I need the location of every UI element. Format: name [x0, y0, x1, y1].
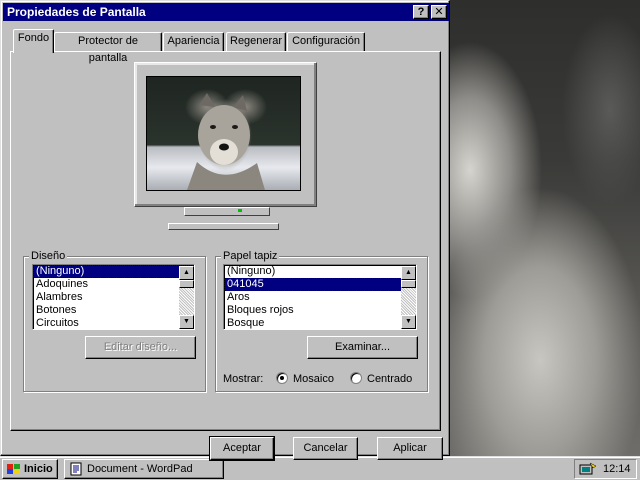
list-item[interactable]: 041045	[224, 278, 416, 291]
list-item[interactable]: Aros	[224, 291, 416, 304]
cancel-button[interactable]: Cancelar	[293, 437, 358, 460]
start-button[interactable]: Inicio	[2, 459, 58, 479]
design-listbox[interactable]: (Ninguno) Adoquines Alambres Botones Cir…	[32, 264, 195, 330]
show-label: Mostrar:	[223, 373, 264, 385]
tile-radio[interactable]	[276, 372, 288, 384]
taskbar-item-wordpad[interactable]: Document - WordPad	[64, 459, 224, 479]
scroll-down-icon[interactable]: ▼	[179, 315, 194, 329]
list-item[interactable]: Bloques rojos	[224, 304, 416, 317]
browse-button[interactable]: Examinar...	[307, 336, 418, 359]
task-label: Document - WordPad	[87, 463, 193, 475]
scroll-down-icon[interactable]: ▼	[401, 315, 416, 329]
center-label[interactable]: Centrado	[367, 373, 412, 386]
title-bar: Propiedades de Pantalla ? ✕	[3, 3, 449, 21]
power-led	[238, 209, 242, 212]
list-item[interactable]: Bosque	[224, 317, 416, 329]
list-item[interactable]: Alambres	[33, 291, 194, 304]
edit-design-button[interactable]: Editar diseño...	[85, 336, 196, 359]
design-legend: Diseño	[29, 250, 68, 262]
display-properties-dialog: Propiedades de Pantalla ? ✕ Fondo Protec…	[0, 0, 450, 461]
windows-logo-icon	[7, 464, 20, 474]
tab-apariencia[interactable]: Apariencia	[163, 32, 224, 51]
start-label: Inicio	[24, 463, 53, 475]
list-item[interactable]: Circuitos	[33, 317, 194, 329]
tab-protector-de-pantalla[interactable]: Protector de pantalla	[54, 32, 162, 64]
list-item[interactable]: Adoquines	[33, 278, 194, 291]
system-tray: 12:14	[574, 459, 637, 479]
wolf-image	[187, 93, 265, 190]
clock: 12:14	[603, 463, 631, 475]
design-scrollbar[interactable]: ▲ ▼	[179, 266, 194, 329]
tab-configuracion[interactable]: Configuración	[287, 32, 365, 51]
scroll-up-icon[interactable]: ▲	[401, 266, 416, 280]
wallpaper-legend: Papel tapiz	[221, 250, 280, 262]
scroll-up-icon[interactable]: ▲	[179, 266, 194, 280]
apply-button[interactable]: Aplicar	[377, 437, 443, 460]
wallpaper-listbox[interactable]: (Ninguno) 041045 Aros Bloques rojos Bosq…	[223, 264, 417, 330]
help-icon[interactable]: ?	[413, 5, 429, 19]
list-item[interactable]: (Ninguno)	[33, 265, 194, 278]
window-title: Propiedades de Pantalla	[7, 5, 146, 19]
accept-button[interactable]: Aceptar	[209, 436, 275, 461]
wordpad-icon	[70, 462, 82, 476]
tile-label[interactable]: Mosaico	[293, 373, 334, 386]
list-item[interactable]: Botones	[33, 304, 194, 317]
tab-fondo[interactable]: Fondo	[13, 29, 54, 53]
scroll-thumb[interactable]	[179, 280, 194, 288]
list-item[interactable]: (Ninguno)	[224, 265, 416, 278]
wallpaper-preview	[146, 76, 301, 191]
monitor-base	[168, 223, 279, 230]
center-radio[interactable]	[350, 372, 362, 384]
tray-icon[interactable]	[579, 462, 597, 476]
tab-regenerar[interactable]: Regenerar	[226, 32, 286, 51]
monitor-stand	[184, 207, 270, 216]
close-icon[interactable]: ✕	[431, 5, 447, 19]
scroll-thumb[interactable]	[401, 280, 416, 288]
wallpaper-scrollbar[interactable]: ▲ ▼	[401, 266, 416, 329]
